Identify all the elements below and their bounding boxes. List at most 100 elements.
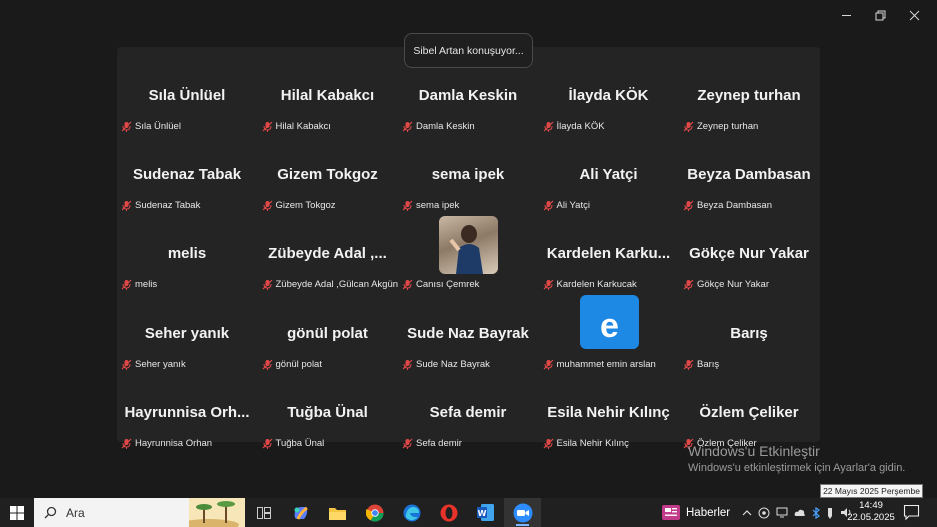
participant-tile[interactable]: Seher yanık Seher yanık bbox=[117, 295, 257, 374]
participant-name-label: İlayda KÖK bbox=[543, 121, 605, 132]
participant-name-label: Kardelen Karkucak bbox=[543, 279, 637, 291]
participant-name-label: Damla Keskin bbox=[402, 121, 475, 132]
participant-name-label: Sude Naz Bayrak bbox=[402, 359, 490, 370]
task-view-icon bbox=[256, 506, 271, 519]
mic-muted-icon bbox=[683, 200, 694, 212]
participant-tile[interactable]: Sıla Ünlüel Sıla Ünlüel bbox=[117, 57, 257, 136]
start-button[interactable] bbox=[0, 498, 34, 527]
participant-tile[interactable]: Beyza Dambasan Beyza Dambasan bbox=[679, 136, 819, 215]
participant-tile[interactable]: Zeynep turhan Zeynep turhan bbox=[679, 57, 819, 136]
zoom-meeting-window: Sibel Artan konuşuyor... e Sıla Ünlüel Sı… bbox=[0, 0, 937, 527]
participant-display-name: İlayda KÖK bbox=[568, 87, 649, 104]
meet-now-icon[interactable] bbox=[758, 507, 770, 519]
bluetooth-icon[interactable] bbox=[812, 506, 820, 519]
mic-muted-icon bbox=[543, 279, 553, 291]
participant-display-name: Sudenaz Tabak bbox=[132, 166, 242, 184]
opera-button[interactable] bbox=[430, 498, 467, 527]
participant-name-text: Zübeyde Adal ,Gülcan Akgün bbox=[275, 279, 399, 291]
participant-name-text: Tuğba Ünal bbox=[275, 437, 325, 449]
word-icon: W bbox=[477, 504, 494, 521]
mic-muted-icon bbox=[402, 200, 413, 212]
task-view-button[interactable] bbox=[245, 498, 282, 527]
participant-tile[interactable]: Sudenaz Tabak Sudenaz Tabak bbox=[117, 136, 257, 215]
participant-name-label: Hilal Kabakcı bbox=[262, 121, 331, 132]
participant-tile[interactable]: gönül polat gönül polat bbox=[258, 295, 398, 374]
svg-text:W: W bbox=[478, 509, 487, 518]
mic-muted-icon bbox=[683, 121, 694, 132]
participant-name-text: sema ipek bbox=[416, 200, 460, 212]
participant-tile[interactable]: Hayrunnisa Orh... Hayrunnisa Orhan bbox=[117, 374, 257, 453]
participant-name-text: Esila Nehir Kılınç bbox=[556, 437, 629, 449]
notification-center-icon[interactable] bbox=[903, 504, 920, 521]
chevron-up-icon[interactable] bbox=[742, 509, 752, 516]
participant-name-text: İlayda KÖK bbox=[556, 121, 605, 132]
copilot-button[interactable] bbox=[282, 498, 319, 527]
word-button[interactable]: W bbox=[467, 498, 504, 527]
copilot-icon bbox=[294, 506, 308, 520]
participant-tile[interactable]: muhammet emin arslan bbox=[539, 295, 679, 374]
edge-button[interactable] bbox=[393, 498, 430, 527]
participant-tile[interactable]: Hilal Kabakcı Hilal Kabakcı bbox=[258, 57, 398, 136]
participant-tile[interactable]: Barış Barış bbox=[679, 295, 819, 374]
participant-name-label: Sefa demir bbox=[402, 438, 462, 449]
participant-tile[interactable]: melis melis bbox=[117, 215, 257, 294]
participant-tile[interactable]: Damla Keskin Damla Keskin bbox=[398, 57, 538, 136]
taskbar-clock[interactable]: 14:49 22.05.2025 bbox=[846, 500, 896, 524]
participant-tile[interactable]: Tuğba Ünal Tuğba Ünal bbox=[258, 374, 398, 453]
participant-tile[interactable]: Zübeyde Adal ,... Zübeyde Adal ,Gülcan Ak… bbox=[258, 215, 398, 294]
taskbar-search[interactable]: Ara bbox=[34, 498, 245, 527]
zoom-button[interactable] bbox=[504, 498, 541, 527]
participant-tile[interactable]: Esila Nehir Kılınç Esila Nehir Kılınç bbox=[539, 374, 679, 453]
participant-display-name: Kardelen Karku... bbox=[546, 245, 671, 263]
participant-tile[interactable]: Gökçe Nur Yakar Gökçe Nur Yakar bbox=[679, 215, 819, 294]
participant-name-label: Sıla Ünlüel bbox=[121, 121, 181, 132]
participant-tile[interactable]: İlayda KÖK İlayda KÖK bbox=[539, 57, 679, 136]
participant-display-name: Sefa demir bbox=[429, 403, 507, 421]
pen-icon[interactable] bbox=[826, 507, 834, 519]
participant-display-name: gönül polat bbox=[287, 324, 368, 342]
close-button[interactable] bbox=[897, 4, 931, 26]
participant-tile[interactable]: Özlem Çeliker Özlem Çeliker bbox=[679, 374, 819, 453]
participant-display-name: Beyza Dambasan bbox=[687, 166, 811, 184]
file-explorer-button[interactable] bbox=[319, 498, 356, 527]
participant-tile[interactable]: Gizem Tokgoz Gizem Tokgoz bbox=[258, 136, 398, 215]
participant-display-name: Ali Yatçi bbox=[579, 166, 638, 184]
participant-display-name: Hilal Kabakcı bbox=[280, 87, 375, 104]
restore-icon bbox=[875, 10, 885, 20]
mic-muted-icon bbox=[121, 121, 132, 132]
search-placeholder: Ara bbox=[66, 505, 85, 520]
participant-display-name: melis bbox=[167, 245, 207, 263]
clock-time: 14:49 bbox=[859, 500, 883, 511]
participant-name-text: gönül polat bbox=[275, 358, 322, 370]
onedrive-icon[interactable] bbox=[794, 507, 806, 519]
participant-tile[interactable]: Canısı Çemrek bbox=[398, 215, 538, 294]
edge-icon bbox=[403, 504, 420, 521]
participant-tile[interactable]: Sude Naz Bayrak Sude Naz Bayrak bbox=[398, 295, 538, 374]
minimize-button[interactable] bbox=[829, 4, 863, 26]
mic-muted-icon bbox=[262, 121, 272, 132]
mic-muted-icon bbox=[121, 200, 132, 212]
participant-name-label: Hayrunnisa Orhan bbox=[121, 438, 212, 449]
participant-name-text: muhammet emin arslan bbox=[556, 358, 656, 370]
news-widget[interactable]: Haberler bbox=[662, 498, 730, 527]
participant-name-label: Esila Nehir Kılınç bbox=[543, 438, 629, 449]
participant-tile[interactable]: Kardelen Karku... Kardelen Karkucak bbox=[539, 215, 679, 294]
participant-name-text: Sefa demir bbox=[416, 437, 462, 449]
news-label: Haberler bbox=[686, 506, 731, 519]
windows-activation-watermark: Windows'u Etkinleştir Windows'u etkinleş… bbox=[688, 443, 905, 474]
participant-name-text: Damla Keskin bbox=[416, 121, 475, 132]
participant-display-name: Esila Nehir Kılınç bbox=[547, 403, 670, 421]
system-tray bbox=[742, 498, 853, 527]
zoom-icon bbox=[513, 503, 532, 522]
date-tooltip: 22 Mayıs 2025 Perşembe bbox=[820, 484, 923, 498]
news-icon bbox=[662, 505, 680, 520]
participant-name-text: Sudenaz Tabak bbox=[135, 200, 201, 212]
participant-name-label: muhammet emin arslan bbox=[543, 359, 656, 370]
network-icon[interactable] bbox=[776, 507, 788, 518]
participant-tile[interactable]: sema ipek sema ipek bbox=[398, 136, 538, 215]
participant-tile[interactable]: Sefa demir Sefa demir bbox=[398, 374, 538, 453]
chrome-button[interactable] bbox=[356, 498, 393, 527]
minimize-icon bbox=[841, 14, 851, 16]
restore-button[interactable] bbox=[863, 4, 897, 26]
participant-tile[interactable]: Ali Yatçi Ali Yatçi bbox=[539, 136, 679, 215]
